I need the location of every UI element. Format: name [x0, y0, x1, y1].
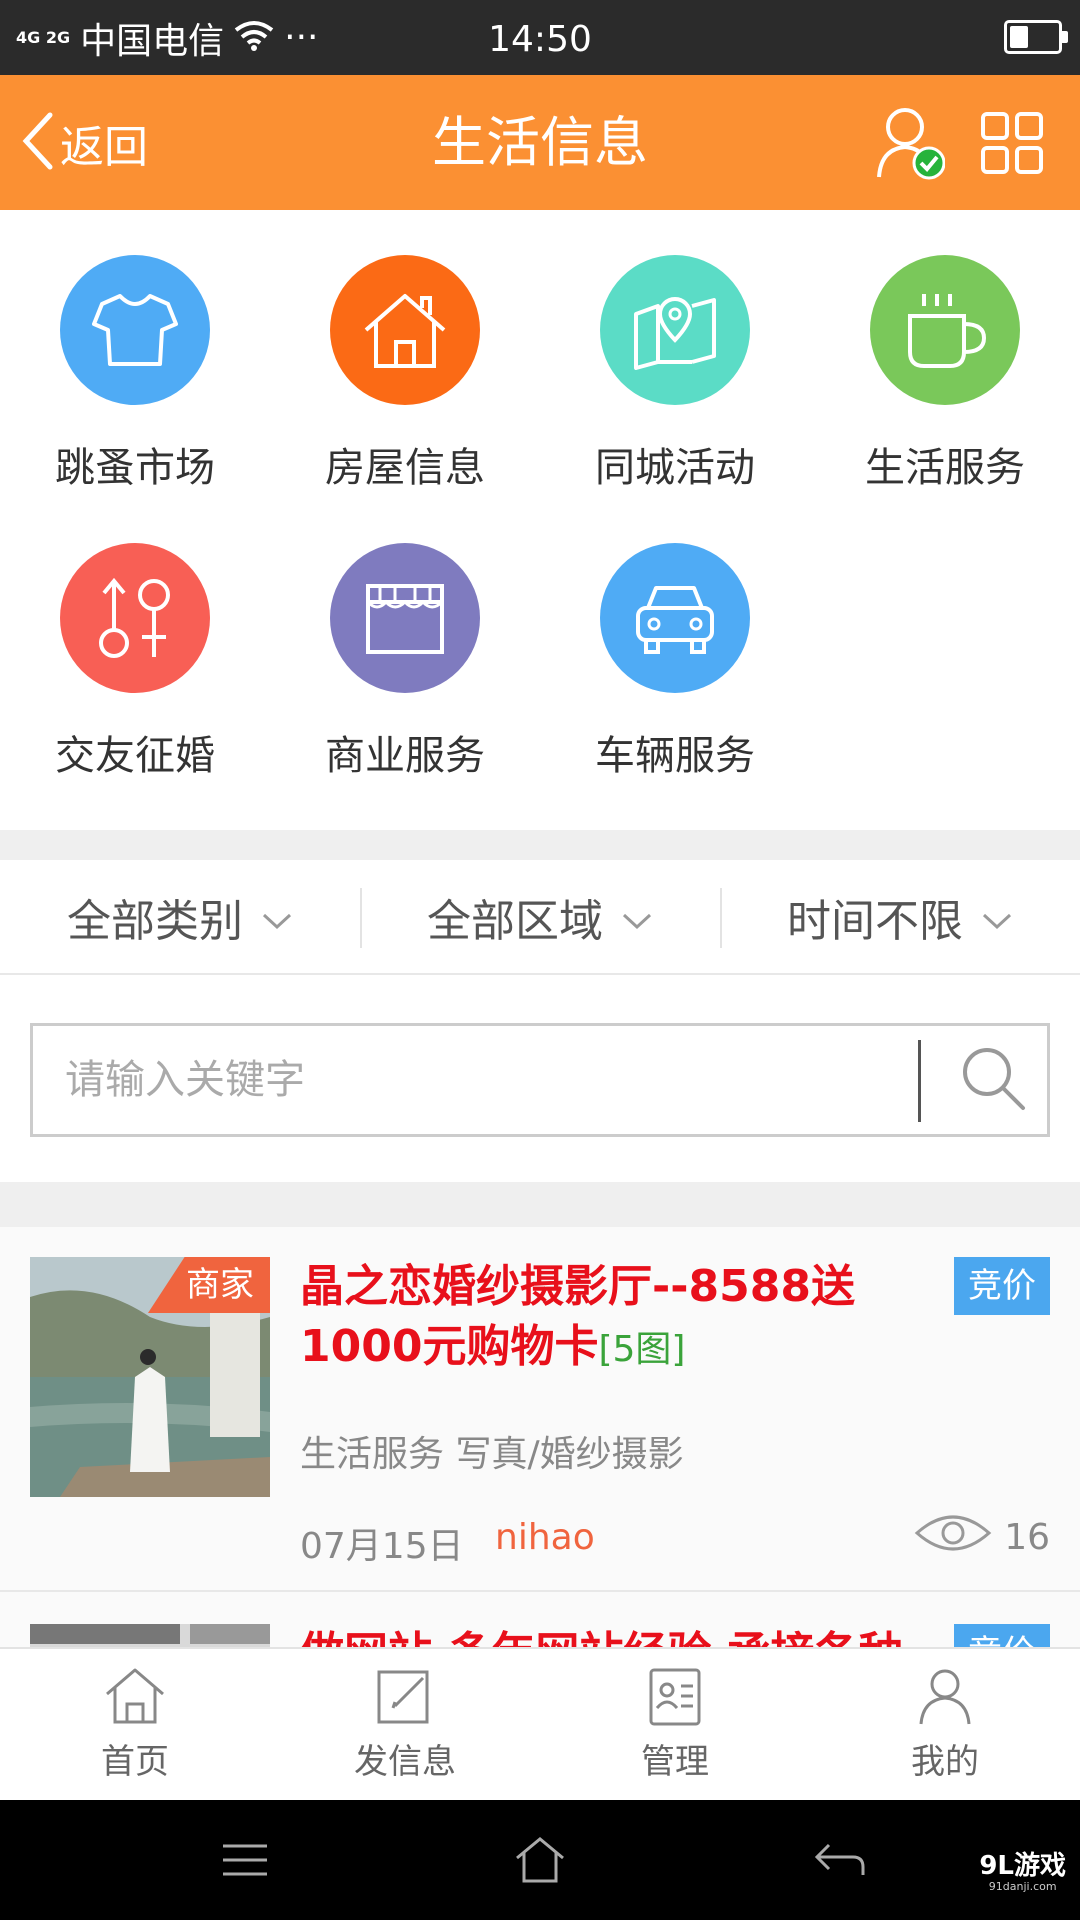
category-business[interactable]: 商业服务 [270, 543, 540, 781]
category-life-services[interactable]: 生活服务 [810, 255, 1080, 493]
list-item[interactable]: 做网站 多年网站经验 承接各种 竞价 [0, 1594, 1080, 1647]
user-verified-icon[interactable] [875, 105, 946, 181]
chevron-down-icon [621, 891, 653, 942]
map-pin-icon [600, 255, 750, 405]
section-divider [0, 830, 1080, 860]
home-icon [103, 1666, 167, 1730]
tab-mine[interactable]: 我的 [810, 1649, 1080, 1800]
tshirt-icon [60, 255, 210, 405]
back-nav-icon[interactable] [800, 1830, 880, 1890]
house-icon [330, 255, 480, 405]
search-icon [957, 1042, 1029, 1118]
category-label: 车辆服务 [595, 733, 755, 779]
listing-list: 商家 晶之恋婚纱摄影厅--8588送1000元购物卡[5图] 竞价 生活服务 写… [0, 1227, 1080, 1647]
person-icon [913, 1666, 977, 1730]
eye-icon [914, 1511, 992, 1564]
listing-title-text: 晶之恋婚纱摄影厅--8588送1000元购物卡 [300, 1261, 855, 1372]
filter-category-dropdown[interactable]: 全部类别 [0, 860, 360, 973]
tab-label: 管理 [641, 1742, 709, 1782]
clock: 14:50 [488, 19, 592, 60]
filter-label: 全部类别 [67, 895, 243, 947]
category-label: 同城活动 [595, 445, 755, 491]
listing-thumbnail: 商家 [30, 1257, 270, 1497]
category-label: 跳蚤市场 [55, 445, 215, 491]
watermark: 9L游戏 91danji.com [979, 1852, 1066, 1894]
coffee-cup-icon [870, 255, 1020, 405]
bottom-tab-bar: 首页 发信息 管理 我的 [0, 1647, 1080, 1800]
listing-user[interactable]: nihao [495, 1517, 595, 1558]
app-header: 返回 生活信息 [0, 75, 1080, 210]
category-label: 生活服务 [865, 445, 1025, 491]
filter-time-dropdown[interactable]: 时间不限 [720, 860, 1080, 973]
tab-post[interactable]: 发信息 [270, 1649, 540, 1800]
bid-badge: 竞价 [954, 1257, 1050, 1315]
filter-bar: 全部类别 全部区域 时间不限 [0, 860, 1080, 975]
edit-icon [373, 1666, 437, 1730]
back-button[interactable]: 返回 [20, 75, 148, 210]
watermark-main: 9L游戏 [979, 1851, 1066, 1881]
battery-level [1010, 26, 1029, 48]
listing-title-text: 做网站 多年网站经验 承接各种 [300, 1628, 903, 1647]
battery-icon [1004, 20, 1068, 54]
chevron-left-icon [20, 111, 54, 175]
section-divider [0, 1182, 1080, 1227]
search-section [0, 977, 1080, 1182]
tab-home[interactable]: 首页 [0, 1649, 270, 1800]
car-icon [600, 543, 750, 693]
chevron-down-icon [981, 891, 1013, 942]
category-grid: 跳蚤市场 房屋信息 同城活动 生活服务 交友征婚 商业服务 车辆服务 [0, 210, 1080, 830]
category-housing[interactable]: 房屋信息 [270, 255, 540, 493]
gender-icon [60, 543, 210, 693]
system-nav-bar [0, 1800, 1080, 1920]
category-label: 商业服务 [325, 733, 485, 779]
menu-icon[interactable] [205, 1830, 285, 1890]
tab-manage[interactable]: 管理 [540, 1649, 810, 1800]
search-divider [918, 1040, 921, 1122]
storefront-icon [330, 543, 480, 693]
listing-title[interactable]: 做网站 多年网站经验 承接各种 [300, 1624, 940, 1647]
id-card-icon [643, 1666, 707, 1730]
search-box [30, 1023, 1050, 1137]
tab-label: 我的 [911, 1742, 979, 1782]
grid-icon[interactable] [980, 111, 1044, 175]
status-bar: 4G 2G 中国电信 ··· 14:50 [0, 0, 1080, 75]
category-flea-market[interactable]: 跳蚤市场 [0, 255, 270, 493]
category-local-events[interactable]: 同城活动 [540, 255, 810, 493]
listing-title[interactable]: 晶之恋婚纱摄影厅--8588送1000元购物卡[5图] [300, 1257, 940, 1380]
listing-date: 07月15日 [300, 1526, 464, 1567]
tab-label: 首页 [101, 1742, 169, 1782]
category-dating[interactable]: 交友征婚 [0, 543, 270, 781]
listing-thumbnail [30, 1624, 270, 1647]
filter-label: 全部区域 [427, 895, 603, 947]
view-count: 16 [1004, 1517, 1050, 1558]
chevron-down-icon [261, 891, 293, 942]
filter-region-dropdown[interactable]: 全部区域 [360, 860, 720, 973]
filter-label: 时间不限 [787, 895, 963, 947]
listing-category: 生活服务 写真/婚纱摄影 [300, 1434, 684, 1475]
listing-views: 16 [914, 1511, 1050, 1564]
search-button[interactable] [938, 1026, 1048, 1134]
category-label: 交友征婚 [55, 733, 215, 779]
bid-badge: 竞价 [954, 1624, 1050, 1647]
list-item[interactable]: 商家 晶之恋婚纱摄影厅--8588送1000元购物卡[5图] 竞价 生活服务 写… [0, 1227, 1080, 1592]
search-input[interactable] [33, 1026, 913, 1134]
category-label: 房屋信息 [325, 445, 485, 491]
home-nav-icon[interactable] [500, 1830, 580, 1890]
category-vehicles[interactable]: 车辆服务 [540, 543, 810, 781]
back-label: 返回 [60, 121, 148, 173]
listing-pic-count: [5图] [598, 1329, 686, 1370]
tab-label: 发信息 [354, 1742, 456, 1782]
watermark-sub: 91danji.com [988, 1880, 1057, 1893]
